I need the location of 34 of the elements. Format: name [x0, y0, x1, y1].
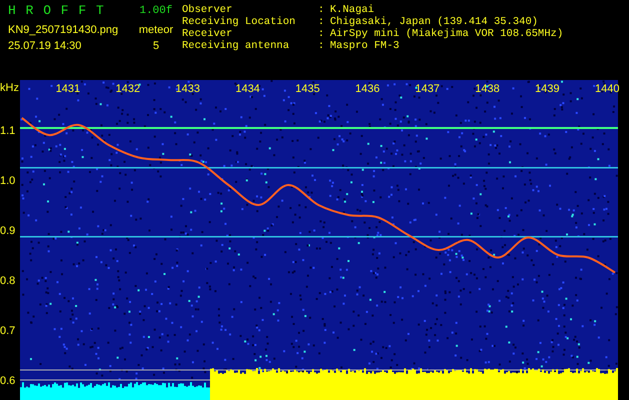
- info-label: Receiving antenna: [182, 40, 290, 52]
- time-label: 1436: [355, 83, 380, 95]
- info-label: Receiving Location: [182, 16, 296, 28]
- file-name: KN9_2507191430.png: [8, 24, 120, 36]
- time-label: 1431: [56, 83, 80, 95]
- program-title: H R O F F T: [8, 2, 105, 20]
- count-value: 5: [152, 40, 160, 52]
- frequency-label: 1.1: [0, 125, 16, 137]
- separator-colon: :: [318, 40, 326, 52]
- frequency-label: 0.6: [0, 375, 16, 387]
- time-label: 1439: [535, 83, 560, 95]
- info-value: AirSpy mini (Miakejima VOR 108.65MHz): [330, 28, 564, 40]
- separator-colon: :: [318, 28, 326, 40]
- frequency-label: 0.9: [0, 225, 16, 237]
- mode-label: meteor: [138, 24, 174, 36]
- separator-colon: :: [318, 4, 326, 16]
- time-label: 1433: [176, 83, 200, 95]
- frequency-label: 1.0: [0, 175, 16, 187]
- time-label: 1437: [415, 83, 440, 95]
- info-value: Maspro FM-3: [330, 40, 400, 52]
- time-label: 1432: [116, 83, 140, 95]
- time-label: 1434: [235, 83, 260, 95]
- frequency-label: 0.8: [0, 275, 16, 287]
- info-label: Observer: [182, 4, 234, 16]
- date-time: 25.07.19 14:30: [8, 40, 82, 52]
- info-value: Chigasaki, Japan (139.414 35.340): [330, 16, 538, 28]
- frequency-label: 0.7: [0, 325, 16, 337]
- time-label: 1435: [295, 83, 320, 95]
- axis-unit: kHz: [0, 82, 19, 94]
- time-label: 1438: [475, 83, 500, 95]
- info-value: K.Nagai: [330, 4, 374, 16]
- version-label: 1.00f: [139, 4, 172, 19]
- separator-colon: :: [318, 16, 326, 28]
- info-label: Receiver: [182, 28, 234, 40]
